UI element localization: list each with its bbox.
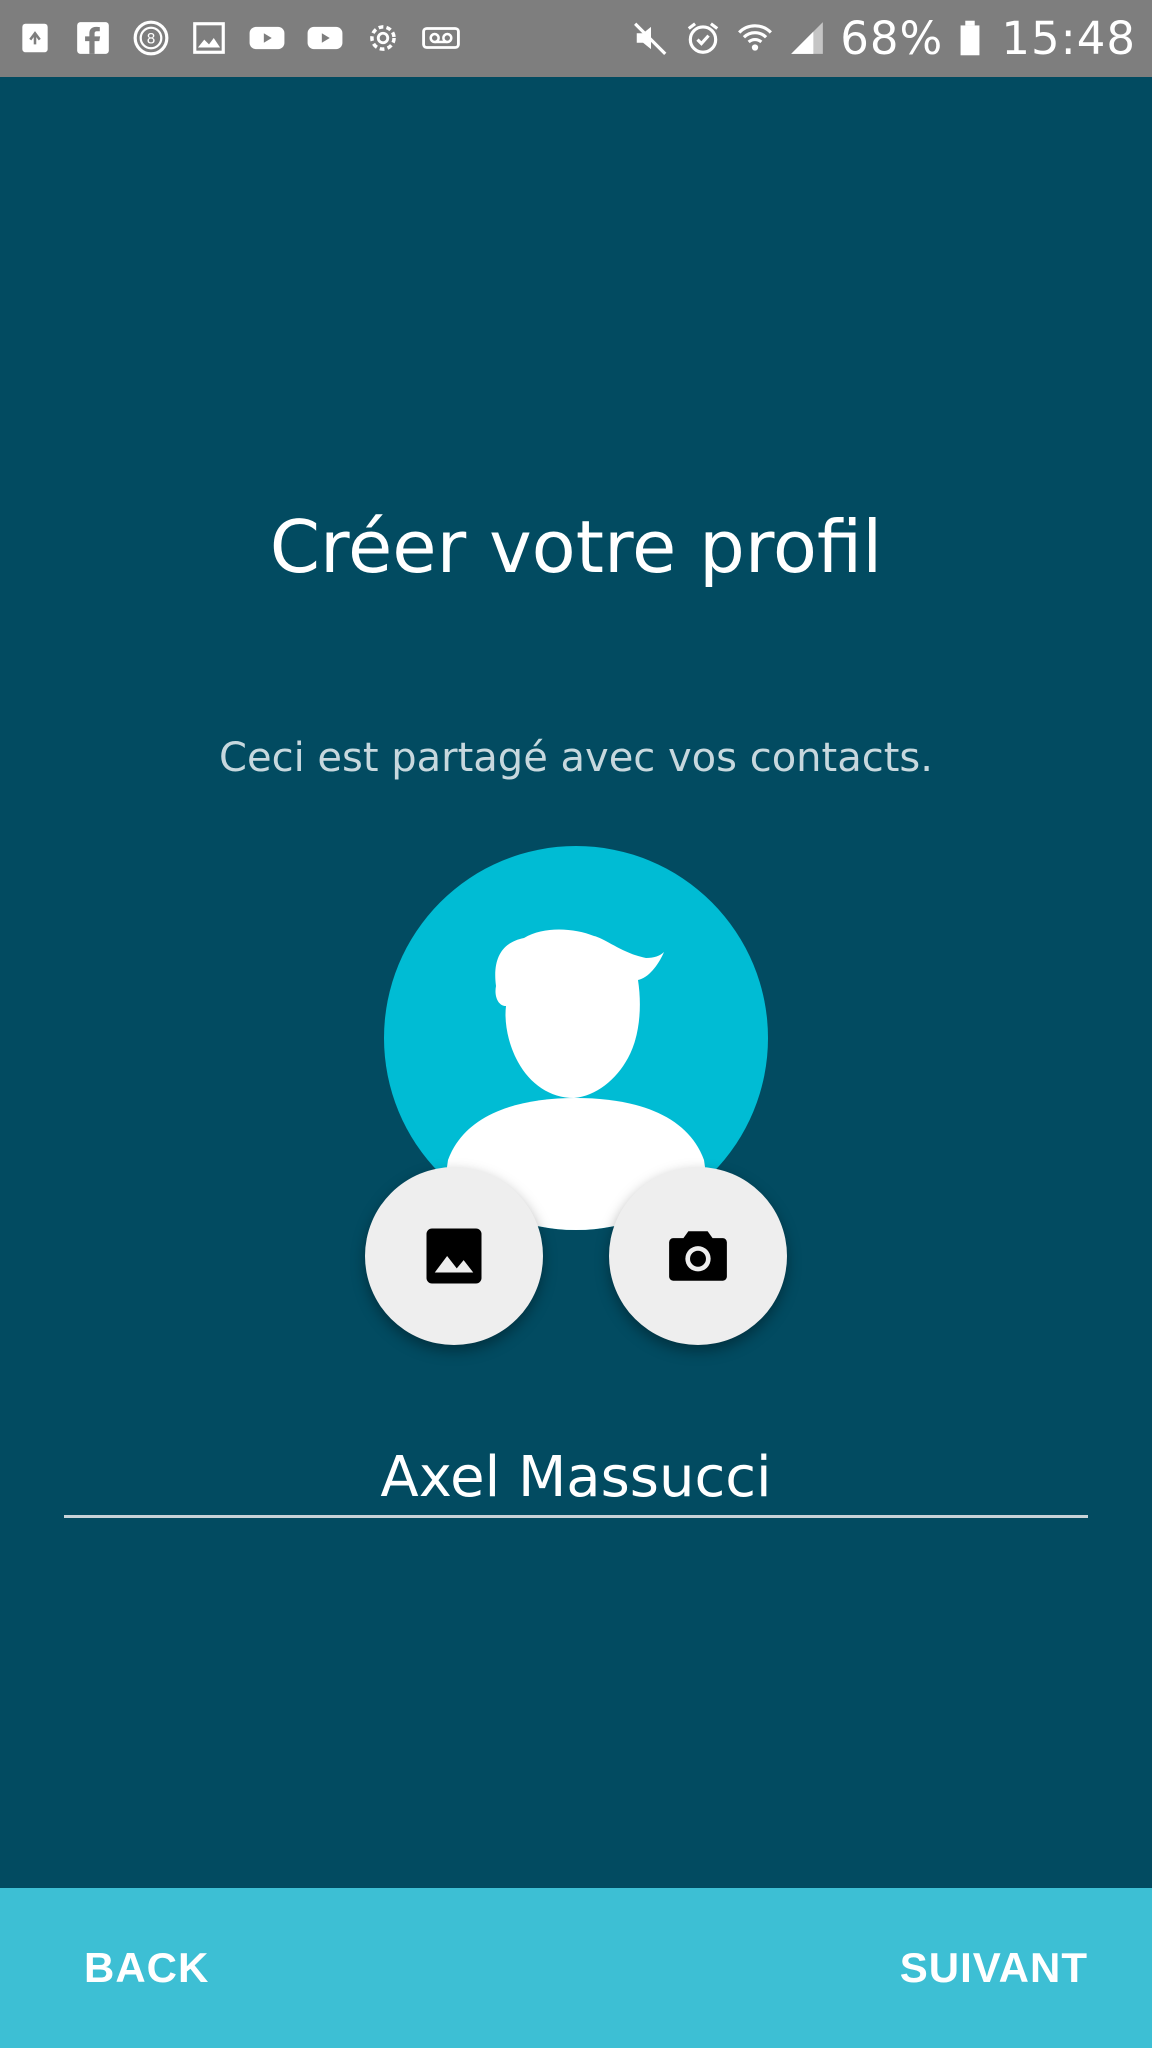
facebook-icon — [74, 19, 112, 57]
battery-percent: 68% — [840, 11, 944, 65]
recycle-notification-icon — [16, 19, 54, 57]
page-subtitle: Ceci est partagé avec vos contacts. — [219, 735, 933, 781]
take-photo-button[interactable] — [609, 1167, 787, 1345]
youtube-icon — [248, 19, 286, 57]
svg-text:8: 8 — [146, 32, 155, 48]
number-8-icon: 8 — [132, 19, 170, 57]
back-button[interactable]: BACK — [84, 1888, 209, 2048]
page-title: Créer votre profil — [269, 505, 883, 589]
youtube-icon — [306, 19, 344, 57]
image-icon — [190, 19, 228, 57]
next-button[interactable]: SUIVANT — [900, 1888, 1088, 2048]
choose-from-gallery-button[interactable] — [365, 1167, 543, 1345]
camera-icon — [669, 1231, 727, 1281]
status-clock: 15:48 — [1001, 11, 1136, 65]
alarm-icon — [684, 19, 722, 57]
bottom-navigation-bar: BACK SUIVANT — [0, 1888, 1152, 2048]
settings-gear-icon — [364, 19, 402, 57]
status-system-icons: 68% 15:48 — [632, 11, 1136, 65]
mute-icon — [632, 19, 670, 57]
profile-setup-screen: 8 68% 15:48 Créer votre profil Ceci est … — [0, 0, 1152, 2048]
battery-icon — [957, 19, 983, 57]
voicemail-icon — [422, 19, 460, 57]
status-bar: 8 68% 15:48 — [0, 0, 1152, 77]
name-input[interactable] — [64, 1440, 1088, 1518]
status-notification-icons: 8 — [16, 16, 460, 60]
image-icon — [426, 1228, 482, 1284]
signal-icon — [788, 19, 826, 57]
wifi-icon — [736, 19, 774, 57]
